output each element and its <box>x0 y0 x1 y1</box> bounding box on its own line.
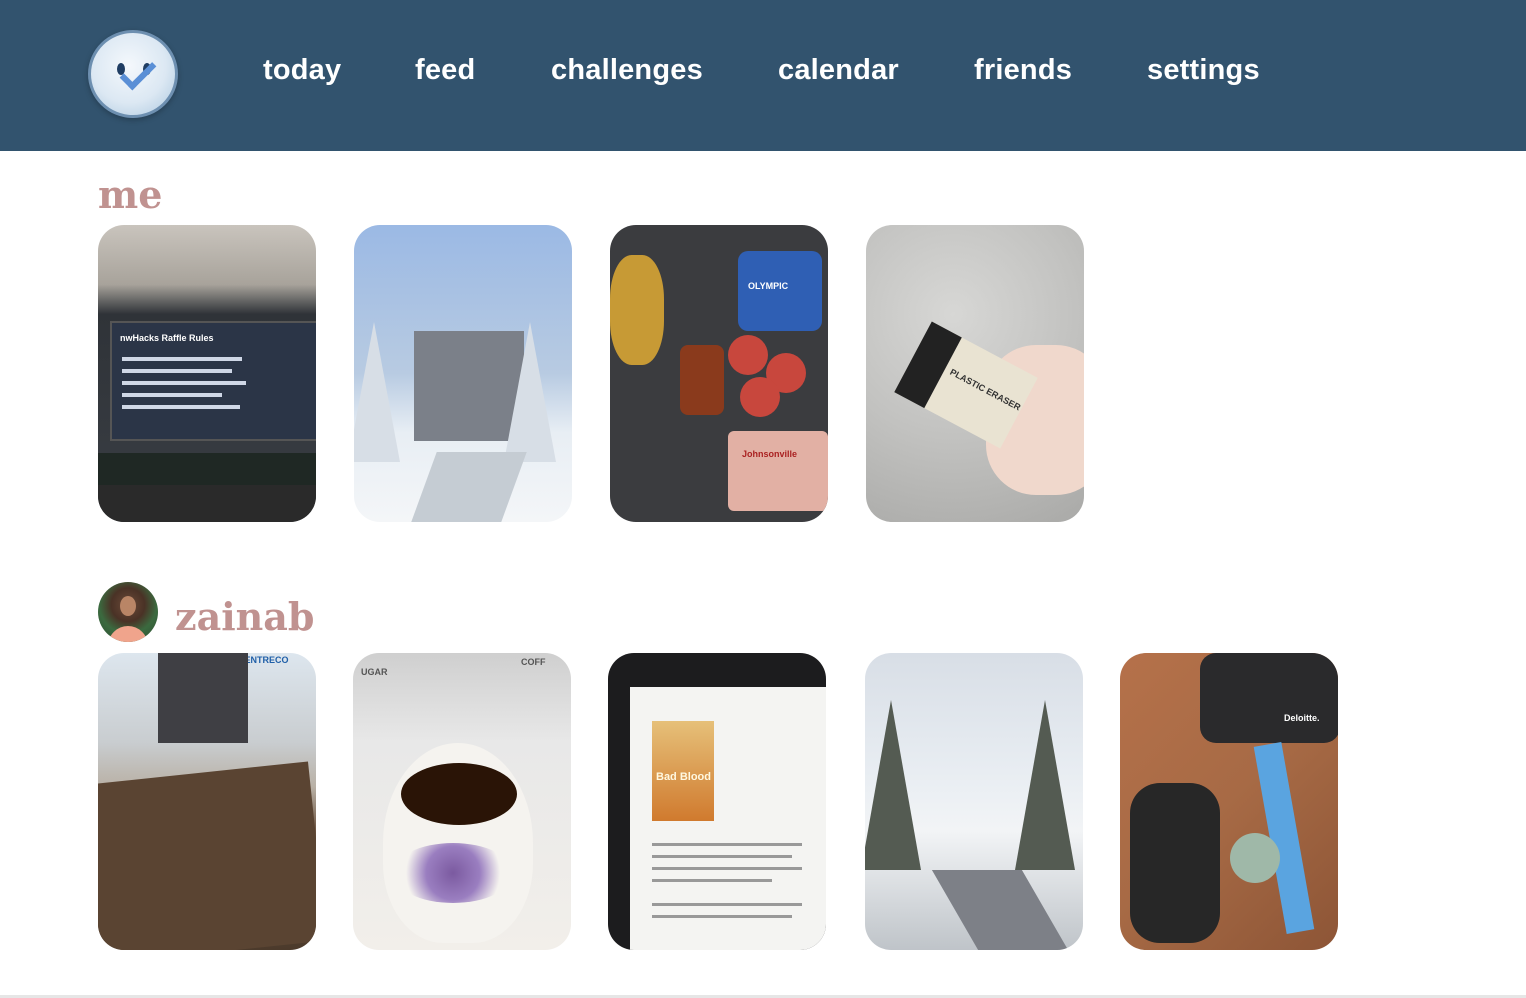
person-legs <box>158 653 248 743</box>
nav-friends[interactable]: friends <box>974 54 1072 87</box>
bag-label: Deloitte. <box>1284 713 1320 723</box>
book-title: Bad Blood <box>656 771 711 783</box>
snowy-road <box>931 870 1069 950</box>
meat-label: Johnsonville <box>742 449 798 459</box>
app-logo-icon[interactable] <box>88 30 178 118</box>
eraser-label: PLASTIC ERASER <box>948 366 1023 413</box>
photo-zainab-3[interactable]: Bad Blood <box>608 653 826 950</box>
book-cover: Bad Blood <box>652 721 714 821</box>
section-title-me: me <box>98 172 163 217</box>
top-nav-bar: today feed challenges calendar friends s… <box>0 0 1526 151</box>
jar-label: COFF <box>521 657 546 667</box>
yogurt-tub: OLYMPIC <box>738 251 822 331</box>
photo-me-4[interactable]: PLASTIC ERASER <box>866 225 1084 522</box>
desk-panel <box>98 761 316 950</box>
yogurt-label: OLYMPIC <box>748 281 789 291</box>
nav-today[interactable]: today <box>263 54 341 87</box>
snowy-tree <box>504 322 556 462</box>
apple <box>728 335 768 375</box>
photo-me-1[interactable]: nwHacks Raffle Rules <box>98 225 316 522</box>
zainab-avatar[interactable] <box>98 582 158 642</box>
photo-zainab-5[interactable]: Deloitte. <box>1120 653 1338 950</box>
screen-title: nwHacks Raffle Rules <box>120 333 214 343</box>
pineapple <box>610 255 664 365</box>
nav-feed[interactable]: feed <box>415 54 475 87</box>
bag: Deloitte. <box>1200 653 1338 743</box>
checkmark-icon <box>119 53 157 91</box>
snowy-tree <box>354 322 400 462</box>
sauce-jar <box>680 345 724 415</box>
nav-challenges[interactable]: challenges <box>551 54 703 87</box>
snowy-tree <box>865 700 921 870</box>
photo-me-2[interactable] <box>354 225 572 522</box>
snowy-tree <box>1015 700 1075 870</box>
photo-me-3[interactable]: OLYMPIC Johnsonville <box>610 225 828 522</box>
glove <box>1130 783 1220 943</box>
nav-calendar[interactable]: calendar <box>778 54 899 87</box>
audience-area <box>98 485 316 522</box>
apple <box>740 377 780 417</box>
meat-package: Johnsonville <box>728 431 828 511</box>
sticker <box>1230 833 1280 883</box>
cup-flowers <box>393 843 513 903</box>
photo-zainab-2[interactable]: UGAR COFF <box>353 653 571 950</box>
tea <box>401 763 517 825</box>
presentation-screen: nwHacks Raffle Rules <box>110 321 316 441</box>
photo-zainab-1[interactable]: CENTRECO <box>98 653 316 950</box>
chalkboard <box>98 453 316 485</box>
jar-label: UGAR <box>361 667 388 677</box>
nav-settings[interactable]: settings <box>1147 54 1260 87</box>
avatar-shirt <box>108 626 148 642</box>
snowy-path <box>411 452 527 522</box>
section-title-zainab: zainab <box>175 594 315 639</box>
avatar-face <box>120 596 136 616</box>
photo-zainab-4[interactable] <box>865 653 1083 950</box>
